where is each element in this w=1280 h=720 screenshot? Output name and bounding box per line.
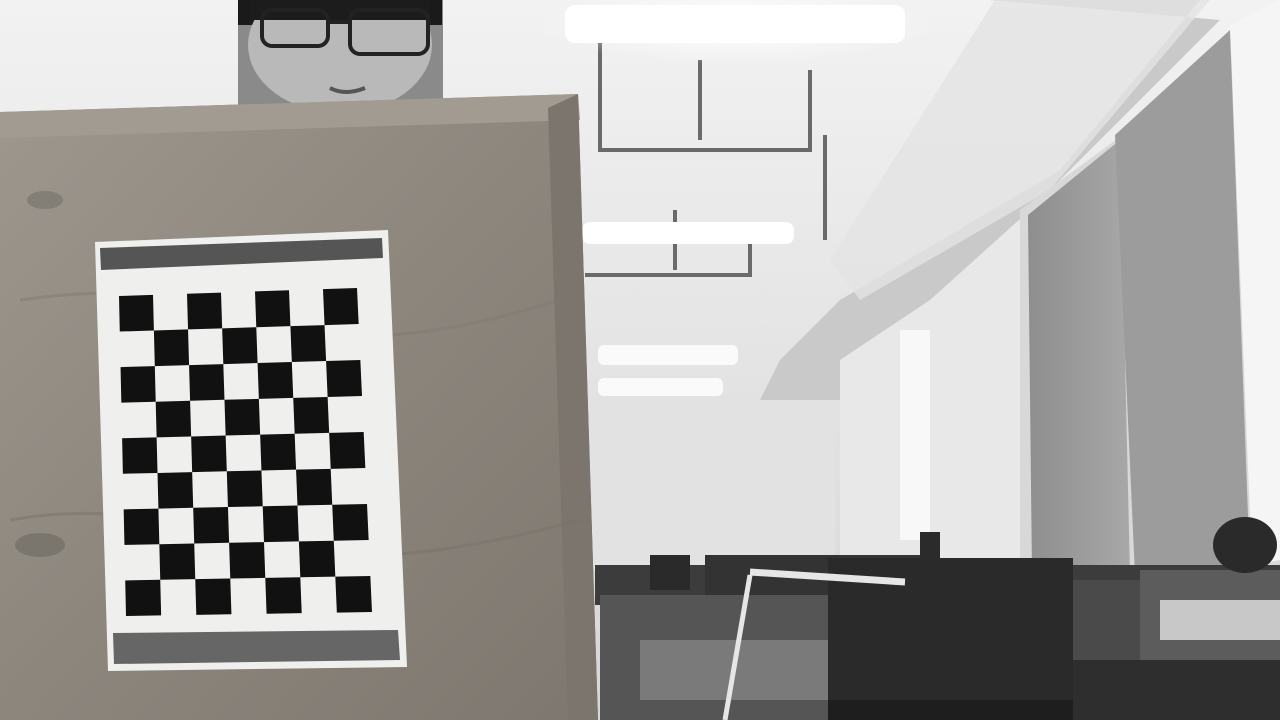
checker-square: [195, 578, 232, 615]
checker-square: [187, 292, 223, 330]
person-foreground: [238, 0, 443, 113]
checker-square: [122, 437, 158, 474]
checker-square: [125, 579, 162, 616]
checker-square: [298, 540, 336, 578]
checker-square: [260, 433, 297, 471]
checker-square: [189, 364, 225, 401]
photo-scene: [0, 0, 1280, 720]
checker-square: [265, 577, 302, 614]
checker-square: [262, 505, 299, 543]
checker-square: [224, 398, 261, 436]
checker-square: [296, 468, 333, 506]
monitor-stand: [828, 700, 1073, 720]
checker-square: [120, 366, 156, 403]
checker-square: [329, 432, 366, 469]
checker-square: [257, 362, 294, 399]
checker-square: [323, 288, 359, 326]
checker-square: [332, 504, 369, 541]
checker-square: [157, 472, 194, 509]
checker-square: [255, 290, 291, 328]
back-wall: [585, 400, 835, 570]
checker-square: [229, 542, 266, 579]
background-person-head: [1213, 517, 1277, 573]
checker-square: [290, 325, 327, 363]
checker-square: [293, 396, 330, 434]
checker-square: [193, 507, 230, 544]
checker-square: [326, 360, 362, 397]
checker-square: [159, 543, 196, 580]
calibration-checkerboard: [95, 230, 407, 671]
checker-square: [153, 329, 190, 367]
window-glare: [900, 330, 930, 540]
checker-square: [119, 294, 154, 332]
photo-canvas: [0, 0, 1280, 720]
checker-square: [123, 508, 160, 545]
checker-square: [191, 435, 227, 473]
checker-square: [226, 470, 263, 508]
window-blind-left: [1028, 140, 1130, 575]
checker-square: [335, 576, 372, 613]
checker-square: [155, 400, 192, 438]
checker-square: [222, 327, 258, 365]
